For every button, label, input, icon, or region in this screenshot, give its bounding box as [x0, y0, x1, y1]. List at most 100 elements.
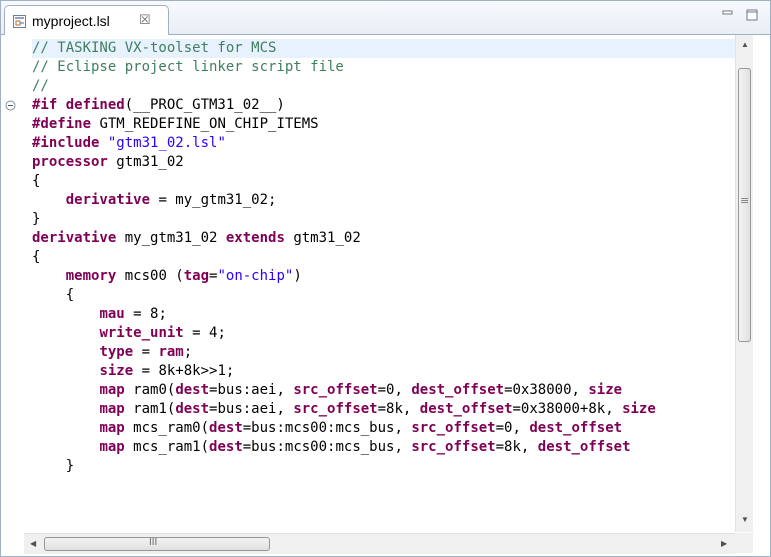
scrollbar-corner	[735, 533, 753, 553]
fold-collapse-icon[interactable]	[5, 100, 16, 111]
code-line[interactable]: map mcs_ram1(dest=bus:mcs00:mcs_bus, src…	[32, 438, 631, 457]
code-line[interactable]: processor gtm31_02	[32, 153, 184, 172]
string-token: "gtm31_02.lsl"	[107, 135, 226, 151]
code-line[interactable]: derivative my_gtm31_02 extends gtm31_02	[32, 229, 361, 248]
keyword-token: map	[99, 382, 125, 398]
keyword-token: write_unit	[99, 325, 184, 341]
code-token: {	[32, 173, 41, 189]
scroll-left-icon[interactable]: ◀	[30, 539, 36, 548]
keyword-token: tag	[183, 268, 210, 284]
code-token: mcs_ram1(	[124, 439, 210, 455]
code-token: }	[32, 458, 75, 474]
code-editor[interactable]: // TASKING VX-toolset for MCS // Eclipse …	[2, 35, 770, 556]
code-line[interactable]: // Eclipse project linker script file	[32, 58, 344, 77]
keyword-token: derivative	[65, 192, 151, 208]
code-token: {	[32, 287, 75, 303]
horizontal-scroll-thumb[interactable]: III	[44, 537, 270, 551]
code-line[interactable]: write_unit = 4;	[32, 324, 225, 343]
keyword-token: mau	[99, 306, 125, 322]
keyword-token: derivative	[32, 230, 117, 246]
keyword-token: size	[99, 363, 134, 379]
keyword-token: src_offset	[293, 382, 378, 398]
code-line[interactable]: {	[32, 286, 74, 305]
code-line[interactable]: derivative = my_gtm31_02;	[32, 191, 277, 210]
minimize-icon[interactable]	[721, 9, 735, 21]
code-line[interactable]: #include "gtm31_02.lsl"	[32, 134, 226, 153]
code-token: }	[32, 211, 41, 227]
code-token: =0x38000+8k,	[512, 401, 623, 417]
scroll-right-icon[interactable]: ▶	[721, 539, 727, 548]
keyword-token: memory	[65, 268, 117, 284]
vertical-scroll-thumb[interactable]: ≡	[738, 68, 751, 342]
code-line[interactable]: }	[32, 210, 40, 229]
vertical-scrollbar[interactable]: ▲ ≡ ▼	[735, 35, 753, 532]
code-token: =0x38000,	[504, 382, 589, 398]
keyword-token: size	[622, 401, 656, 417]
keyword-token: dest	[175, 401, 210, 417]
code-token: =	[133, 344, 159, 360]
maximize-icon[interactable]	[745, 9, 759, 21]
code-token: gtm31_02	[284, 230, 361, 246]
scroll-down-icon[interactable]: ▼	[741, 515, 749, 524]
code-line[interactable]: // TASKING VX-toolset for MCS	[32, 39, 737, 58]
comment-token: // TASKING VX-toolset for MCS	[32, 40, 277, 56]
code-text-area[interactable]: // TASKING VX-toolset for MCS // Eclipse …	[32, 39, 737, 531]
keyword-token: #include	[32, 135, 100, 151]
code-line[interactable]: //	[32, 77, 49, 96]
tab-label: myproject.lsl	[32, 13, 110, 29]
code-line[interactable]: type = ram;	[32, 343, 192, 362]
close-icon[interactable]: ☒	[139, 12, 151, 28]
string-token: "on-chip"	[217, 268, 294, 284]
code-line[interactable]: map ram0(dest=bus:aei, src_offset=0, des…	[32, 381, 622, 400]
code-token: =bus:aei,	[209, 401, 294, 417]
keyword-token: src_offset	[411, 420, 496, 436]
keyword-token: src_offset	[293, 401, 378, 417]
thumb-grip: ≡	[740, 194, 750, 207]
code-token: = my_gtm31_02;	[150, 192, 277, 208]
code-line[interactable]: {	[32, 172, 40, 191]
code-token: =0,	[377, 382, 412, 398]
code-line[interactable]: {	[32, 248, 40, 267]
horizontal-scrollbar[interactable]: ◀ III ▶	[24, 533, 735, 554]
code-line[interactable]: size = 8k+8k>>1;	[32, 362, 234, 381]
tab-bar: myproject.lsl ☒	[1, 1, 770, 36]
code-token: ram1(	[124, 401, 176, 417]
keyword-token: processor	[32, 154, 108, 170]
code-line[interactable]: map ram1(dest=bus:aei, src_offset=8k, de…	[32, 400, 656, 419]
keyword-token: dest	[209, 439, 243, 455]
keyword-token: size	[588, 382, 623, 398]
code-line[interactable]: }	[32, 457, 74, 476]
code-token: =8k,	[377, 401, 420, 417]
code-line[interactable]: memory mcs00 (tag="on-chip")	[32, 267, 302, 286]
scroll-up-icon[interactable]: ▲	[741, 40, 749, 49]
keyword-token: #define	[32, 116, 92, 132]
code-line[interactable]: #define GTM_REDEFINE_ON_CHIP_ITEMS	[32, 115, 319, 134]
comment-token: // Eclipse project linker script file	[32, 59, 344, 75]
code-token: (__PROC_GTM31_02__)	[124, 97, 285, 113]
tab-myproject-lsl[interactable]: myproject.lsl ☒	[4, 5, 169, 36]
code-token: = 8;	[124, 306, 167, 322]
code-line[interactable]: #if defined(__PROC_GTM31_02__)	[32, 96, 285, 115]
keyword-token: dest_offset	[537, 439, 631, 455]
code-line[interactable]: mau = 8;	[32, 305, 167, 324]
code-token: gtm31_02	[107, 154, 184, 170]
keyword-token: map	[99, 439, 125, 455]
code-token: =bus:mcs00:mcs_bus,	[242, 420, 412, 436]
code-token: ;	[183, 344, 193, 360]
code-token: my_gtm31_02	[116, 230, 226, 246]
keyword-token: src_offset	[411, 439, 496, 455]
editor-window: myproject.lsl ☒ // TASKING VX-toolset fo…	[0, 0, 771, 557]
keyword-token: dest	[175, 382, 210, 398]
keyword-token: map	[99, 401, 125, 417]
code-line[interactable]: map mcs_ram0(dest=bus:mcs00:mcs_bus, src…	[32, 419, 622, 438]
